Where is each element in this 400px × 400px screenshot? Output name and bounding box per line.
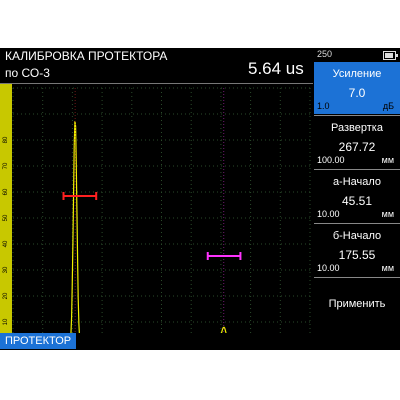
param-sweep-step: 100.00: [317, 155, 345, 165]
plot-grid: [12, 87, 311, 349]
page-title: КАЛИБРОВКА ПРОТЕКТОРА: [5, 49, 168, 63]
y-tick-label: 20: [3, 292, 9, 299]
param-sweep-unit: мм: [381, 155, 394, 165]
param-gate-b-start[interactable]: б-Начало 175.55 10.00 мм: [314, 224, 400, 276]
y-tick-label: 50: [3, 214, 9, 221]
time-readout: 5.64 us: [248, 59, 304, 78]
param-gain-value: 7.0: [348, 86, 366, 100]
param-gate-a-start-value: 45.51: [341, 194, 373, 208]
settings-panel: 250 Усиление 7.0 1.0 дБ Развертка 267.72…: [314, 48, 400, 350]
param-gate-b-start-label: б-Начало: [332, 230, 382, 242]
param-sweep-value: 267.72: [338, 140, 376, 154]
param-gate-a-start-step: 10.00: [317, 209, 340, 219]
apply-button-label: Применить: [328, 298, 386, 310]
y-tick-label: 70: [3, 162, 9, 169]
param-gain-step: 1.0: [317, 101, 330, 111]
status-bar: ПРОТЕКТОР: [0, 333, 314, 350]
param-sweep[interactable]: Развертка 267.72 100.00 мм: [314, 116, 400, 168]
mode-tab[interactable]: ПРОТЕКТОР: [0, 333, 77, 349]
y-tick-label: 40: [3, 240, 9, 247]
y-axis-ticks: 80706050403020100: [3, 136, 9, 350]
status-row: 250: [314, 48, 400, 62]
param-gate-a-start-unit: мм: [381, 209, 394, 219]
y-tick-label: 60: [3, 188, 9, 195]
y-tick-label: 80: [3, 136, 9, 143]
param-gain-unit: дБ: [382, 101, 394, 111]
frequency-readout: 250: [317, 49, 333, 59]
param-gate-a-start-label: а-Начало: [332, 176, 382, 188]
param-gate-b-start-unit: мм: [381, 263, 394, 273]
param-gain-label: Усиление: [332, 68, 382, 80]
gates: [62, 192, 242, 260]
param-sweep-label: Развертка: [331, 122, 383, 134]
battery-icon: [383, 51, 398, 60]
page-subtitle: по СО-3: [5, 66, 50, 80]
param-gate-b-start-step: 10.00: [317, 263, 340, 273]
echo-trace: [12, 120, 311, 348]
a-scan-plot[interactable]: 80706050403020100 0.02550751001251501752…: [0, 84, 313, 350]
apply-button[interactable]: Применить: [314, 280, 400, 340]
panel-divider: [314, 277, 400, 278]
y-tick-label: 30: [3, 266, 9, 273]
param-gate-a-start[interactable]: а-Начало 45.51 10.00 мм: [314, 170, 400, 222]
param-gate-b-start-value: 175.55: [338, 248, 376, 262]
param-gain[interactable]: Усиление 7.0 1.0 дБ: [314, 62, 400, 114]
device-screen: КАЛИБРОВКА ПРОТЕКТОРА по СО-3 5.64 us 80…: [0, 48, 400, 350]
y-tick-label: 10: [3, 318, 9, 325]
